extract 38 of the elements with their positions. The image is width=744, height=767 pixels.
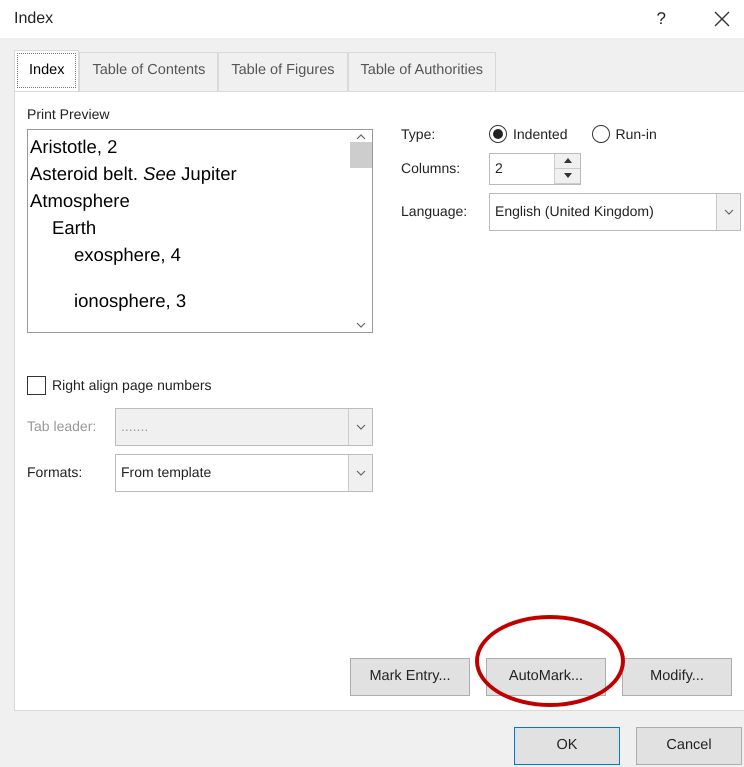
action-button[interactable]: AutoMark... (486, 658, 606, 696)
spin-up-icon (564, 158, 572, 164)
language-dropdown[interactable]: English (United Kingdom) (489, 192, 741, 231)
chevron-up-icon (356, 134, 366, 140)
tab[interactable]: Table of Contents (79, 52, 218, 91)
preview-entry: ionosphere, 3 (73, 288, 188, 313)
help-button[interactable]: ? (656, 6, 666, 32)
checkbox-option[interactable]: Right align page numbers (27, 374, 373, 396)
tab[interactable]: Table of Figures (218, 52, 348, 91)
radio-option[interactable]: Indented (489, 124, 568, 145)
action-button[interactable]: Modify... (622, 658, 732, 696)
chevron-down-icon (356, 470, 366, 476)
radio-option[interactable]: Run-in (592, 124, 657, 145)
spin-down-icon (564, 173, 572, 178)
field-label: Print Preview (27, 104, 110, 124)
field-label: Columns: (401, 159, 462, 178)
dialog-button[interactable]: Cancel (636, 726, 742, 765)
columns-spinner[interactable]: 2 (489, 152, 581, 185)
tab[interactable]: Table of Authorities (348, 52, 496, 91)
chevron-down-icon (356, 424, 366, 430)
formats-dropdown[interactable]: From template (115, 454, 373, 492)
window-title: Index (14, 9, 54, 29)
field-label: Tab leader: (27, 417, 98, 436)
field-label: Language: (401, 202, 468, 222)
preview-entry: Earth (51, 216, 98, 240)
field-label: Type: (401, 124, 436, 144)
scrollbar-thumb (350, 142, 372, 168)
dialog-button[interactable]: OK (514, 726, 620, 765)
field-label: Formats: (27, 463, 84, 482)
action-button[interactable]: Mark Entry... (350, 658, 470, 696)
preview-entry: Aristotle, 2 (30, 134, 118, 159)
tab[interactable]: Index (14, 50, 80, 91)
chevron-down-icon (356, 322, 366, 328)
preview-entry: exosphere, 4 (73, 242, 182, 267)
close-icon[interactable] (714, 11, 730, 27)
preview-entry: Asteroid belt. See Jupiter (30, 162, 238, 186)
chevron-down-icon (724, 208, 734, 215)
preview-entry: Atmosphere (30, 188, 131, 213)
